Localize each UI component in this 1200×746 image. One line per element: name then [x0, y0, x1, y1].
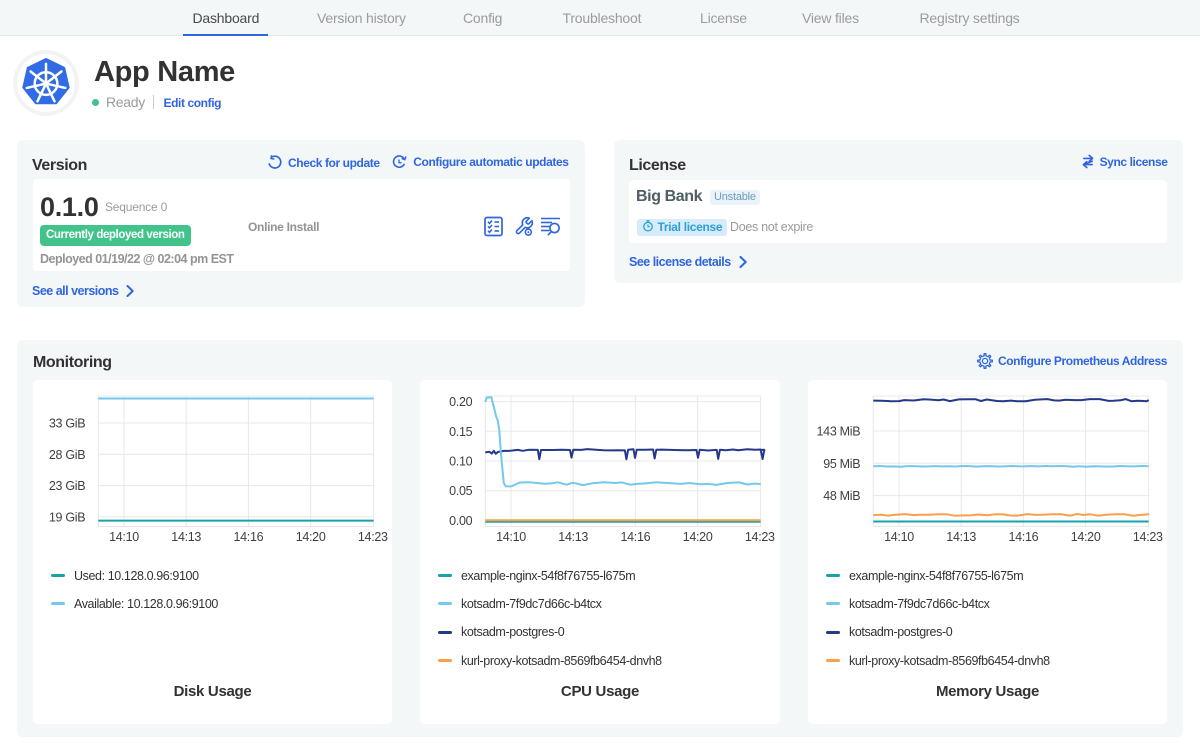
svg-text:14:23: 14:23	[1133, 530, 1163, 544]
svg-text:19 GiB: 19 GiB	[49, 510, 85, 524]
svg-text:0.10: 0.10	[449, 455, 472, 469]
svg-text:23 GiB: 23 GiB	[49, 479, 85, 493]
svg-text:95 MiB: 95 MiB	[823, 457, 860, 471]
svg-text:28 GiB: 28 GiB	[49, 448, 85, 462]
svg-text:0.20: 0.20	[449, 395, 472, 409]
svg-text:0.05: 0.05	[449, 484, 472, 498]
svg-text:14:10: 14:10	[496, 530, 526, 544]
svg-text:143 MiB: 143 MiB	[817, 425, 861, 439]
svg-text:48 MiB: 48 MiB	[823, 489, 860, 503]
svg-text:14:20: 14:20	[683, 530, 713, 544]
svg-text:14:16: 14:16	[621, 530, 651, 544]
svg-text:14:20: 14:20	[296, 530, 326, 544]
svg-text:14:13: 14:13	[171, 530, 201, 544]
svg-text:14:16: 14:16	[1009, 530, 1039, 544]
svg-text:33 GiB: 33 GiB	[49, 417, 85, 431]
svg-text:14:13: 14:13	[558, 530, 588, 544]
svg-text:14:10: 14:10	[884, 530, 914, 544]
svg-text:0.00: 0.00	[449, 514, 472, 528]
svg-text:0.15: 0.15	[449, 425, 472, 439]
svg-text:14:20: 14:20	[1071, 530, 1101, 544]
svg-text:14:13: 14:13	[946, 530, 976, 544]
svg-text:14:23: 14:23	[745, 530, 775, 544]
svg-text:14:16: 14:16	[234, 530, 264, 544]
svg-text:14:23: 14:23	[358, 530, 388, 544]
svg-text:14:10: 14:10	[109, 530, 139, 544]
